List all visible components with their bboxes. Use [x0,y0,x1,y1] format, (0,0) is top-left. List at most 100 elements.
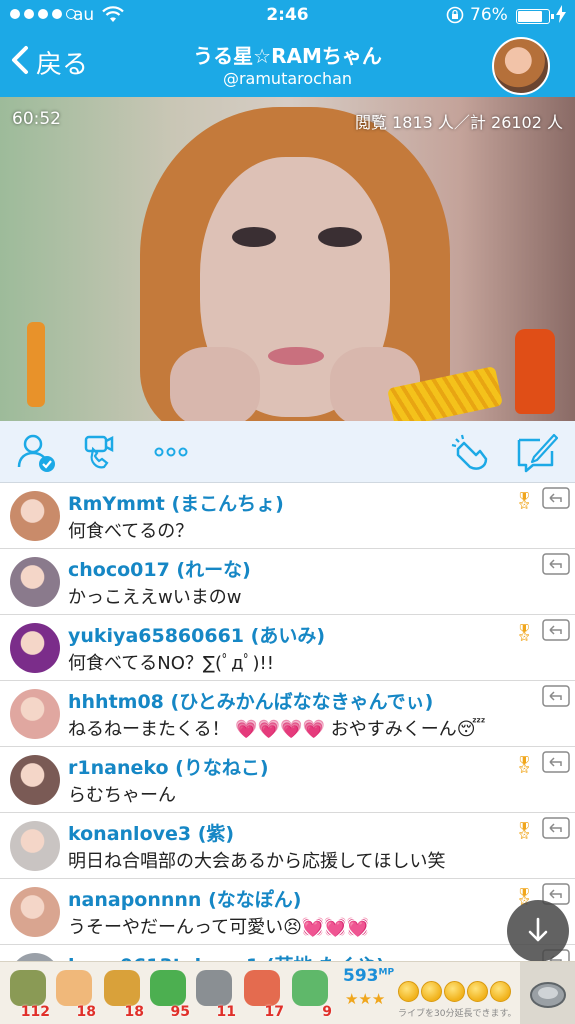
disc-icon [196,970,232,1006]
more-icon[interactable] [152,431,194,473]
live-video[interactable]: 60:52 閲覧 1813 人／計 26102 人 [0,97,575,421]
medal-icon: 🎖 [514,821,535,840]
commenter-avatar[interactable] [10,821,60,871]
comment-row[interactable]: RmYmmt (まこんちょ) 何食べてるの？ 🎖 [0,483,575,549]
comment-row[interactable]: kana0613takuya1 (萌地 たくや) [0,945,575,961]
gift-count: 9 [322,1004,332,1020]
video-subject-eye-right [318,227,362,247]
commenter-avatar[interactable] [10,689,60,739]
scroll-down-button[interactable] [507,900,569,962]
commenter-avatar[interactable] [10,953,60,961]
comment-row[interactable]: hhhtm08 (ひとみかんばななきゃんでぃ) ねるねーまたくる！ 💗💗💗💗 おや… [0,681,575,747]
video-subject-eye-left [232,227,276,247]
reply-icon[interactable] [542,553,570,575]
commenter-avatar[interactable] [10,755,60,805]
reply-icon[interactable] [542,487,570,509]
commenter-avatar[interactable] [10,557,60,607]
mascot-icon [244,970,280,1006]
gift-item[interactable]: 18 [100,968,144,1020]
commenter-avatar[interactable] [10,887,60,937]
gift-count: 95 [170,1004,190,1020]
gift-bar: 593MP ★★★ ライブを30分延長できます。 112 18 18 95 11 17 9 [0,961,575,1024]
horn-icon [104,970,140,1006]
gift-item[interactable]: 112 [6,968,50,1020]
compose-icon[interactable] [516,431,559,473]
charging-icon [556,5,566,28]
gift-count: 112 [20,1004,50,1020]
comment-row[interactable]: konanlove3 (紫) 明日ね合唱部の大会あるから応援してほしい笑 🎖 [0,813,575,879]
reply-icon[interactable] [542,817,570,839]
bucket-icon [10,970,46,1006]
broadcast-timer: 60:52 [12,109,61,129]
comment-row[interactable]: r1naneko (りなねこ) らむちゃーん 🎖 [0,747,575,813]
commenter-name[interactable]: r1naneko (りなねこ) [68,753,269,780]
comment-row[interactable]: yukiya65860661 (あいみ) 何食べてるNO？∑(ﾟдﾟ)!! 🎖 [0,615,575,681]
commenter-name[interactable]: konanlove3 (紫) [68,819,234,846]
medal-icon: 🎖 [514,491,535,510]
coin-note: ライブを30分延長できます。 [398,1009,517,1019]
gift-count: 11 [216,1004,236,1020]
mp-points: 593MP [343,966,395,986]
ketchup-sticker-icon [515,329,555,414]
action-bar [0,421,575,483]
gift-item[interactable]: 17 [240,968,284,1020]
gift-item[interactable]: 11 [192,968,236,1020]
rank-stars: ★★★ [345,990,386,1008]
viewer-count: 閲覧 1813 人／計 26102 人 [355,113,563,132]
video-subject-mouth [268,347,324,365]
coin-icon [444,981,465,1002]
comment-text: 何食べてるNO？∑(ﾟдﾟ)!! [68,653,274,674]
frog-icon [150,970,186,1006]
gift-count: 18 [124,1004,144,1020]
back-button[interactable]: 戻る [10,44,88,81]
coin-icon [421,981,442,1002]
coin-icon [398,981,419,1002]
coin-icon [467,981,488,1002]
coin-icon [490,981,511,1002]
clap-hands-icon[interactable] [450,431,492,473]
battery-icon [516,9,554,24]
reply-icon[interactable] [542,751,570,773]
commenter-avatar[interactable] [10,491,60,541]
back-label: 戻る [36,50,89,80]
comment-text: 何食べてるの？ [68,521,194,542]
reply-icon[interactable] [542,685,570,707]
comment-list[interactable]: RmYmmt (まこんちょ) 何食べてるの？ 🎖 choco017 (れーな) かっこえ… [0,483,575,961]
fries-sticker-icon [27,322,45,407]
comment-text: かっこええwいまのw [68,587,242,608]
commenter-name[interactable]: choco017 (れーな) [68,555,251,582]
medal-icon: 🎖 [514,755,535,774]
gift-item[interactable]: 95 [146,968,190,1020]
status-bar: au 2:46 76% [0,0,575,34]
comment-text: 明日ね合唱部の大会あるから応援してほしい笑 [68,851,446,872]
clap-icon [56,970,92,1006]
commenter-name[interactable]: yukiya65860661 (あいみ) [68,621,325,648]
page-title: うる星☆RAMちゃん [193,44,382,68]
broadcaster-avatar[interactable] [492,37,550,95]
user-check-icon[interactable] [16,431,58,473]
rotation-lock-icon [446,6,464,29]
video-subject-hand-left [170,347,260,421]
coin-gauge[interactable] [398,981,511,1002]
commenter-avatar[interactable] [10,623,60,673]
page-subtitle: @ramutarochan [222,69,353,88]
disc-gift-button[interactable] [520,962,575,1024]
commenter-name[interactable]: nanaponnnn (ななぽん) [68,885,301,912]
app-header: au 2:46 76% 戻る うる星☆RAMちゃん @ramutarochan [0,0,575,97]
comment-text: らむちゃーん [68,785,176,806]
commenter-name[interactable]: hhhtm08 (ひとみかんばななきゃんでぃ) [68,687,433,714]
comment-row[interactable]: choco017 (れーな) かっこええwいまのw [0,549,575,615]
gift-item[interactable]: 9 [288,968,332,1020]
video-call-icon[interactable] [82,431,124,473]
medal-icon: 🎖 [514,623,535,642]
battery-percent: 76% [470,5,508,25]
comment-row[interactable]: nanaponnnn (ななぽん) うそーやだーんって可愛い😣💓💓💓 🎖 [0,879,575,945]
comment-text: うそーやだーんって可愛い😣💓💓💓 [68,917,370,938]
reply-icon[interactable] [542,619,570,641]
commenter-name[interactable]: RmYmmt (まこんちょ) [68,489,284,516]
comment-text: ねるねーまたくる！ 💗💗💗💗 おやすみくーん😴 [68,719,486,740]
commenter-name[interactable]: kana0613takuya1 (萌地 たくや) [68,951,385,961]
chevron-left-icon [10,45,30,81]
gift-count: 18 [76,1004,96,1020]
gift-item[interactable]: 18 [52,968,96,1020]
